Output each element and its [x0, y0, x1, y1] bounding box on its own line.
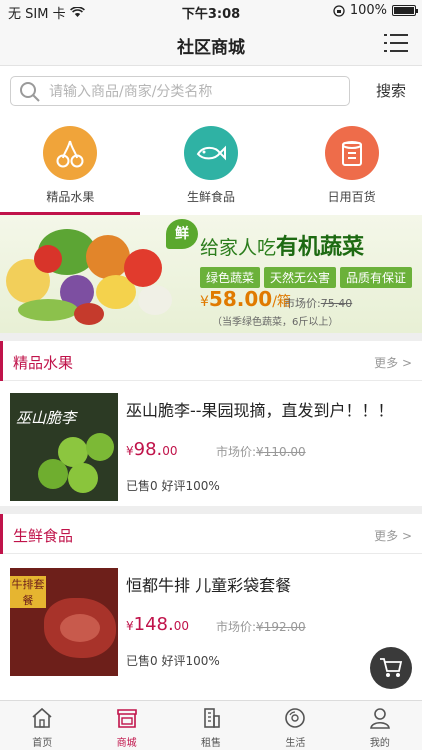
fresh-badge: 鲜 [166, 219, 198, 249]
sold-count: 已售0 [126, 479, 158, 493]
home-icon [32, 707, 52, 728]
product-price-integer: 148. [133, 614, 174, 635]
product-image-caption: 牛排套餐 [10, 576, 46, 608]
chevron-right-icon: > [401, 529, 412, 543]
product-image[interactable]: 巫山脆李 [10, 393, 118, 501]
tab-bar: 首页 商城 租售 生活 我的 [0, 700, 422, 750]
product-market-price: 市场价:¥110.00 [216, 443, 306, 460]
search-icon [20, 82, 40, 102]
product-stats: 已售0 好评100% [126, 477, 220, 494]
product-market-price: 市场价:¥192.00 [216, 618, 306, 635]
status-right: 100% [333, 3, 418, 18]
nav-bar: 社区商城 [0, 22, 422, 66]
banner-headline-prefix: 给家人吃 [200, 237, 277, 259]
status-bar: 无 SIM 卡 下午3:08 100% [0, 0, 422, 22]
search-row: 搜索 [0, 66, 422, 118]
more-label: 更多 [374, 356, 399, 370]
search-button[interactable]: 搜索 [376, 80, 406, 101]
battery-icon [392, 5, 418, 16]
more-label: 更多 [374, 529, 399, 543]
tab-home[interactable]: 首页 [0, 701, 84, 750]
product-stats: 已售0 好评100% [126, 652, 220, 669]
tab-label: 我的 [369, 738, 390, 749]
promo-banner[interactable]: 鲜 给家人吃有机蔬菜 绿色蔬菜 天然无公害 品质有保证 ¥58.00/箱 市场价… [0, 215, 422, 333]
product-image[interactable]: 牛排套餐 [10, 568, 118, 676]
category-label: 日用百货 [327, 190, 376, 204]
product-price-integer: 98. [133, 439, 163, 460]
banner-tag: 绿色蔬菜 [200, 267, 261, 288]
section-divider [0, 333, 422, 341]
section-header-fresh: 生鲜食品 更多 > [0, 514, 422, 554]
category-daily[interactable]: 日用百货 [281, 118, 422, 214]
banner-tag: 品质有保证 [340, 267, 413, 288]
search-box[interactable] [10, 76, 350, 106]
battery-percent: 100% [349, 3, 387, 18]
orientation-lock-icon [333, 4, 345, 17]
banner-headline-main: 有机蔬菜 [276, 235, 365, 260]
category-label: 精品水果 [46, 190, 95, 204]
section-header-fruit: 精品水果 更多 > [0, 341, 422, 381]
product-market-label: 市场价: [216, 620, 257, 634]
section-title: 生鲜食品 [13, 527, 74, 545]
category-fresh[interactable]: 生鲜食品 [141, 118, 282, 214]
life-icon [285, 708, 306, 728]
product-currency: ¥ [126, 444, 134, 458]
banner-headline: 给家人吃有机蔬菜 [200, 229, 364, 261]
cart-button[interactable] [370, 647, 412, 689]
product-title: 巫山脆李--果园现摘，直发到户！！！ [126, 401, 394, 420]
tab-label: 商城 [116, 738, 137, 749]
banner-price: ¥58.00/箱 [200, 287, 291, 311]
product-price-decimal: 00 [162, 444, 178, 458]
section-accent-bar [0, 514, 3, 554]
cherry-icon [43, 126, 98, 180]
shop-icon [116, 709, 137, 728]
menu-button[interactable] [384, 32, 408, 54]
tab-label: 首页 [32, 738, 53, 749]
product-price-decimal: 00 [173, 619, 189, 633]
product-card[interactable]: 牛排套餐 恒都牛排 儿童彩袋套餐 ¥148.00 市场价:¥192.00 已售0… [0, 556, 422, 680]
section-accent-bar [0, 341, 3, 381]
rating: 好评100% [161, 479, 220, 493]
product-market-label: 市场价: [216, 445, 257, 459]
product-market-value: ¥110.00 [256, 445, 306, 459]
banner-currency: ¥ [200, 294, 209, 310]
tissue-icon [324, 126, 379, 180]
banner-market-label: 市场价: [284, 297, 321, 310]
tab-profile[interactable]: 我的 [338, 701, 422, 750]
product-currency: ¥ [126, 619, 134, 633]
product-price: ¥148.00 [126, 614, 189, 635]
banner-price-value: 58.00 [208, 287, 273, 311]
cart-icon [380, 658, 403, 677]
tab-life[interactable]: 生活 [253, 701, 337, 750]
tab-rent[interactable]: 租售 [169, 701, 253, 750]
category-fruit[interactable]: 精品水果 [0, 118, 141, 214]
category-grid: 精品水果 生鲜食品 日用百货 [0, 118, 422, 214]
tab-mall[interactable]: 商城 [84, 701, 168, 750]
category-label: 生鲜食品 [187, 190, 236, 204]
section-title: 精品水果 [13, 354, 74, 372]
tab-label: 租售 [201, 738, 222, 749]
product-card[interactable]: 巫山脆李 巫山脆李--果园现摘，直发到户！！！ ¥98.00 市场价:¥110.… [0, 381, 422, 505]
search-input[interactable] [49, 81, 339, 103]
section-divider [0, 506, 422, 514]
banner-tags: 绿色蔬菜 天然无公害 品质有保证 [200, 267, 413, 288]
page-title: 社区商城 [177, 38, 245, 58]
user-icon [369, 708, 390, 729]
rating: 好评100% [161, 654, 220, 668]
banner-note: （当季绿色蔬菜，6斤以上） [212, 317, 339, 328]
product-title: 恒都牛排 儿童彩袋套餐 [126, 576, 292, 595]
banner-tag: 天然无公害 [264, 267, 337, 288]
product-image-caption: 巫山脆李 [16, 409, 77, 427]
chevron-right-icon: > [401, 356, 412, 370]
banner-market-price: 市场价:75.40 [284, 295, 352, 311]
more-link[interactable]: 更多 > [374, 354, 412, 371]
more-link[interactable]: 更多 > [374, 527, 412, 544]
banner-market-value: 75.40 [320, 297, 353, 310]
fish-icon [184, 126, 238, 180]
sold-count: 已售0 [126, 654, 158, 668]
product-market-value: ¥192.00 [256, 620, 306, 634]
product-price: ¥98.00 [126, 439, 178, 460]
building-icon [204, 708, 220, 728]
tab-label: 生活 [285, 738, 306, 749]
